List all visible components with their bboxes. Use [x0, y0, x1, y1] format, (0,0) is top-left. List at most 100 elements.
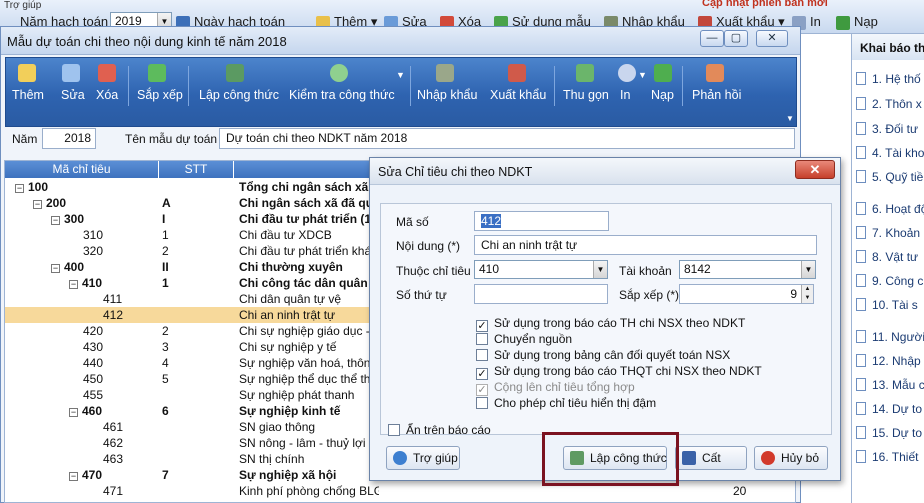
template-name-input[interactable]: Dự toán chi theo NDKT năm 2018	[219, 128, 795, 149]
column-header-stt[interactable]: STT	[159, 161, 233, 178]
collapse-toggle-icon[interactable]: −	[15, 184, 24, 193]
cell-stt: A	[162, 196, 171, 210]
refresh-icon	[654, 64, 672, 82]
collapse-toggle-icon[interactable]: −	[51, 216, 60, 225]
cell-name: Chi sự nghiệp y tế	[239, 340, 337, 354]
tb-print-button[interactable]: In	[620, 88, 630, 102]
side-panel-item[interactable]: 2. Thôn x	[856, 97, 922, 111]
tb-import-button[interactable]: Nhập khẩu	[417, 88, 477, 102]
order-number-input[interactable]	[474, 284, 608, 304]
side-panel-item-label: 16. Thiết	[872, 450, 919, 464]
side-panel-item[interactable]: 8. Vật tư	[856, 250, 918, 264]
checkbox-box	[476, 349, 488, 361]
chevron-down-icon: ▼	[801, 261, 815, 278]
side-panel-item[interactable]: 5. Quỹ tiề	[856, 170, 923, 184]
tb-sort-button[interactable]: Sắp xếp	[137, 88, 183, 102]
feedback-icon	[706, 64, 724, 82]
checkbox-box	[476, 333, 488, 345]
code-text: 412	[103, 308, 124, 322]
side-panel-item[interactable]: 12. Nhập	[856, 354, 921, 368]
cell-code: 462	[103, 435, 123, 451]
checkbox-box	[476, 397, 488, 409]
side-panel-item[interactable]: 9. Công c	[856, 274, 923, 288]
cell-name: Sự nghiệp thể dục thể thao	[239, 372, 379, 386]
cell-stt: 2	[162, 324, 169, 338]
tb-check-formula-button[interactable]: Kiểm tra công thức	[289, 88, 395, 102]
year-label: Năm	[12, 132, 38, 146]
account-select[interactable]: 8142 ▼	[679, 260, 816, 279]
collapse-toggle-icon[interactable]: −	[69, 408, 78, 417]
cell-code: 455	[83, 387, 103, 403]
option-checkbox[interactable]: ✓ Sử dụng trong báo cáo THQT chi NSX theo…	[476, 364, 762, 380]
side-panel-title: Khai báo thố	[852, 34, 924, 60]
collapse-toggle-icon[interactable]: −	[69, 280, 78, 289]
column-header-code[interactable]: Mã chỉ tiêu	[5, 161, 158, 178]
tb-collapse-button[interactable]: Thu gọn	[563, 88, 609, 102]
minimize-button[interactable]: —	[700, 30, 724, 47]
side-panel-item-label: 4. Tài kho	[872, 146, 924, 160]
edit-icon	[62, 64, 80, 82]
toolbar-separator	[682, 66, 683, 106]
save-icon	[682, 451, 696, 465]
collapse-toggle-icon[interactable]: −	[69, 472, 78, 481]
side-panel-item[interactable]: 3. Đối tư	[856, 122, 918, 136]
side-panel-item[interactable]: 10. Tài s	[856, 298, 918, 312]
dialog-close-button[interactable]: ✕	[795, 160, 835, 179]
side-panel-item[interactable]: 7. Khoản	[856, 226, 920, 240]
side-panel-item[interactable]: 1. Hệ thố	[856, 72, 921, 86]
chevron-down-icon[interactable]: ▼	[396, 70, 405, 80]
collapse-icon	[576, 64, 594, 82]
save-button[interactable]: Cất	[675, 446, 747, 470]
parent-indicator-label: Thuộc chỉ tiêu	[396, 264, 471, 278]
hide-on-report-checkbox[interactable]: Ẩn trên báo cáo	[388, 423, 491, 437]
cell-name: Tổng chi ngân sách xã	[239, 180, 369, 194]
tb-formula-button[interactable]: Lập công thức	[199, 88, 279, 102]
side-panel-item[interactable]: 16. Thiết	[856, 450, 918, 464]
cancel-button[interactable]: Hủy bỏ	[754, 446, 828, 470]
side-panel-item[interactable]: 14. Dự to	[856, 402, 922, 416]
collapse-toggle-icon[interactable]: −	[51, 264, 60, 273]
cell-name: SN thị chính	[239, 452, 305, 466]
cell-name: Sự nghiệp kinh tế	[239, 404, 341, 418]
code-text: 300	[64, 212, 85, 226]
option-checkbox[interactable]: Chuyển nguồn	[476, 332, 572, 346]
tb-export-button[interactable]: Xuất khẩu	[490, 88, 546, 102]
option-checkbox[interactable]: ✓ Sử dụng trong báo cáo TH chi NSX theo N…	[476, 316, 745, 332]
side-panel-item[interactable]: 15. Dự to	[856, 426, 922, 440]
add-icon	[18, 64, 36, 82]
parent-indicator-select[interactable]: 410 ▼	[474, 260, 608, 279]
spinner-arrows-icon[interactable]: ▲ ▼	[801, 285, 813, 303]
side-panel-item[interactable]: 13. Mẫu c	[856, 378, 924, 392]
cell-name: Chi đầu tư phát triển khác	[239, 244, 378, 258]
collapse-toggle-icon[interactable]: −	[33, 200, 42, 209]
option-checkbox[interactable]: Cho phép chỉ tiêu hiển thị đậm	[476, 396, 656, 410]
tb-reload-button[interactable]: Nạp	[651, 88, 674, 102]
cell-stt: 1	[162, 228, 169, 242]
chevron-down-icon[interactable]: ▼	[638, 70, 647, 80]
app-reload-button[interactable]: Nạp	[836, 13, 878, 31]
side-panel-item[interactable]: 11. Người	[856, 330, 924, 344]
option-checkbox[interactable]: Sử dụng trong bảng cân đối quyết toán NS…	[476, 348, 730, 362]
tb-feedback-button[interactable]: Phản hồi	[692, 88, 741, 102]
toolbar-overflow-icon[interactable]: ▼	[786, 114, 794, 123]
update-promo[interactable]: Cập nhật phiên bản mới	[702, 0, 828, 12]
side-panel-item[interactable]: 6. Hoạt độ	[856, 202, 924, 216]
cell-stt: 6	[162, 404, 169, 418]
cell-code: −200	[33, 195, 66, 211]
help-button[interactable]: Trợ giúp	[386, 446, 460, 470]
side-panel-item-label: 15. Dự to	[872, 426, 923, 440]
tb-delete-button[interactable]: Xóa	[96, 88, 118, 102]
side-panel-item[interactable]: 4. Tài kho	[856, 146, 924, 160]
code-text: 455	[83, 388, 104, 402]
tb-add-button[interactable]: Thêm	[12, 88, 44, 102]
content-input[interactable]: Chi an ninh trật tự	[474, 235, 817, 255]
side-panel-item-label: 6. Hoạt độ	[872, 202, 924, 216]
sort-stepper[interactable]: 9 ▲ ▼	[679, 284, 814, 304]
year-input[interactable]: 2018	[42, 128, 96, 149]
document-icon	[856, 426, 866, 439]
close-window-button[interactable]: ✕	[756, 30, 788, 47]
maximize-button[interactable]: ▢	[724, 30, 748, 47]
cell-stt: I	[162, 212, 166, 226]
tb-edit-button[interactable]: Sửa	[61, 88, 85, 102]
code-input[interactable]: 412	[474, 211, 609, 231]
